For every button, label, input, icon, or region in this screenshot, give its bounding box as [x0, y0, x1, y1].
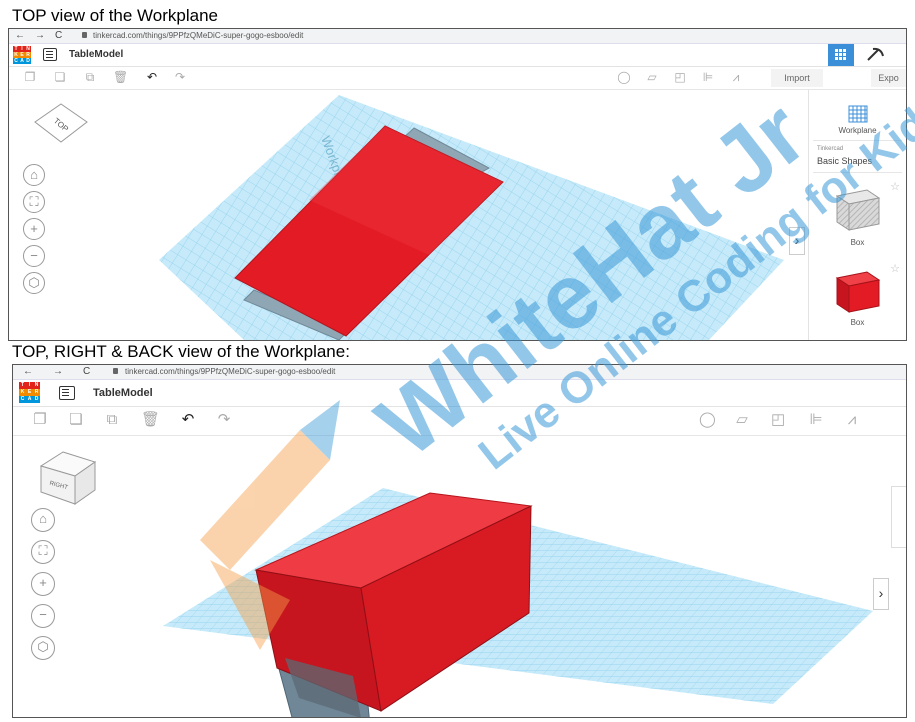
design-list-icon[interactable]: [43, 48, 57, 61]
perspective-icon-2[interactable]: ⬡: [31, 636, 55, 660]
shapes-panel: Workplane Tinkercad Basic Shapes ☆ Box ☆…: [808, 90, 906, 340]
edit-toolbar: ❐ ❏ ⧉ 🗑 ↶ ↷ ◯ ▱ ◰ ⊫ ⩘ Import Expo: [9, 67, 906, 90]
lock-icon: [82, 32, 87, 38]
browser-bar: ← → C tinkercad.com/things/9PPfzQMeDiC-s…: [9, 29, 906, 44]
comment-icon[interactable]: ▱: [645, 71, 659, 83]
shape2-label: Box: [850, 318, 865, 327]
grid-icon: [835, 49, 846, 60]
delete-icon-2[interactable]: 🗑: [141, 412, 160, 427]
forward-icon-2[interactable]: →: [53, 366, 63, 377]
paste-icon-2[interactable]: ❏: [69, 412, 83, 427]
box-solid-shape[interactable]: [827, 266, 887, 316]
browser-bar-2: ← → C tinkercad.com/things/9PPfzQMeDiC-s…: [13, 365, 906, 380]
paste-icon[interactable]: ❏: [53, 71, 67, 83]
home-view-icon-2[interactable]: ⌂: [31, 508, 55, 532]
workplane-button-label[interactable]: Workplane: [809, 126, 906, 135]
box-hole-shape[interactable]: [827, 184, 887, 234]
caption-top-view: TOP view of the Workplane: [12, 6, 218, 25]
workplane-icon[interactable]: [843, 104, 873, 126]
design-list-icon-2[interactable]: [59, 386, 75, 400]
zoom-out-icon[interactable]: −: [23, 245, 45, 267]
workplane-canvas[interactable]: Workplane TOP ⌂ ⛶ + − ⬡ › Workplane Tink…: [9, 90, 906, 340]
forward-icon[interactable]: →: [35, 30, 45, 41]
reload-icon-2[interactable]: C: [83, 366, 90, 377]
model-title-2[interactable]: TableModel: [93, 387, 153, 399]
undo-icon-2[interactable]: ↶: [181, 412, 195, 427]
reload-icon[interactable]: C: [55, 30, 62, 41]
tinkercad-logo-2: TIN KER CAD: [19, 382, 40, 403]
duplicate-icon[interactable]: ⧉: [83, 71, 97, 83]
app-header-2: TIN KER CAD TableModel: [13, 380, 906, 407]
zoom-in-icon-2[interactable]: +: [31, 572, 55, 596]
scene-top: Workplane: [159, 95, 784, 340]
edit-toolbar-2: ❐ ❏ ⧉ 🗑 ↶ ↷ ◯ ▱ ◰ ⊫ ⩘: [13, 407, 906, 436]
note-icon[interactable]: ◯: [617, 71, 631, 83]
import-button[interactable]: Import: [771, 69, 823, 87]
address-bar-url[interactable]: tinkercad.com/things/9PPfzQMeDiC-super-g…: [93, 31, 303, 40]
show-hide-icon[interactable]: ◰: [673, 71, 687, 83]
zoom-in-icon[interactable]: +: [23, 218, 45, 240]
favorite-star-icon-2[interactable]: ☆: [890, 262, 900, 275]
pickaxe-icon: [867, 47, 884, 61]
note-icon-2[interactable]: ◯: [699, 412, 716, 427]
copy-icon[interactable]: ❐: [23, 71, 37, 83]
back-icon[interactable]: ←: [15, 30, 25, 41]
redo-icon[interactable]: ↷: [173, 71, 187, 83]
view-cube[interactable]: TOP: [31, 100, 91, 150]
build-view-button[interactable]: [862, 46, 888, 64]
tinkercad-logo: TIN KER CAD: [13, 46, 31, 64]
fit-view-icon-2[interactable]: ⛶: [31, 540, 55, 564]
align-icon-2[interactable]: ⊫: [809, 412, 823, 427]
delete-icon[interactable]: 🗑: [113, 71, 128, 83]
comment-icon-2[interactable]: ▱: [735, 412, 749, 427]
mirror-icon[interactable]: ⩘: [729, 71, 743, 83]
collapse-panel-button[interactable]: ›: [789, 227, 805, 255]
lock-icon-2: [113, 368, 118, 374]
app-header: TIN KER CAD TableModel: [9, 44, 906, 67]
favorite-star-icon[interactable]: ☆: [890, 180, 900, 193]
mirror-icon-2[interactable]: ⩘: [845, 412, 859, 427]
scene-3d: [163, 488, 873, 717]
model-title[interactable]: TableModel: [69, 49, 123, 60]
export-button[interactable]: Expo: [871, 69, 906, 87]
align-icon[interactable]: ⊫: [701, 71, 715, 83]
show-hide-icon-2[interactable]: ◰: [771, 412, 785, 427]
duplicate-icon-2[interactable]: ⧉: [105, 412, 119, 427]
grid-view-button[interactable]: [828, 44, 854, 66]
shape1-label: Box: [850, 238, 865, 247]
back-icon-2[interactable]: ←: [23, 366, 33, 377]
home-view-icon[interactable]: ⌂: [23, 164, 45, 186]
view-cube-2[interactable]: RIGHT: [35, 448, 105, 510]
copy-icon-2[interactable]: ❐: [33, 412, 47, 427]
perspective-icon[interactable]: ⬡: [23, 272, 45, 294]
screenshot-top-view: ← → C tinkercad.com/things/9PPfzQMeDiC-s…: [8, 28, 907, 341]
collapse-panel-button-2[interactable]: ›: [873, 578, 889, 610]
redo-icon-2[interactable]: ↷: [217, 412, 231, 427]
library-dropdown[interactable]: Basic Shapes: [817, 156, 872, 166]
caption-3d-view: TOP, RIGHT & BACK view of the Workplane:: [12, 342, 350, 361]
address-bar-url-2[interactable]: tinkercad.com/things/9PPfzQMeDiC-super-g…: [125, 367, 335, 376]
fit-view-icon[interactable]: ⛶: [23, 191, 45, 213]
workplane-canvas-2[interactable]: RIGHT ⌂ ⛶ + − ⬡ ›: [13, 436, 906, 717]
undo-icon[interactable]: ↶: [145, 71, 159, 83]
library-source-label: Tinkercad: [817, 146, 844, 152]
zoom-out-icon-2[interactable]: −: [31, 604, 55, 628]
shapes-panel-edge: [891, 486, 906, 548]
screenshot-3d-view: ← → C tinkercad.com/things/9PPfzQMeDiC-s…: [12, 364, 907, 718]
